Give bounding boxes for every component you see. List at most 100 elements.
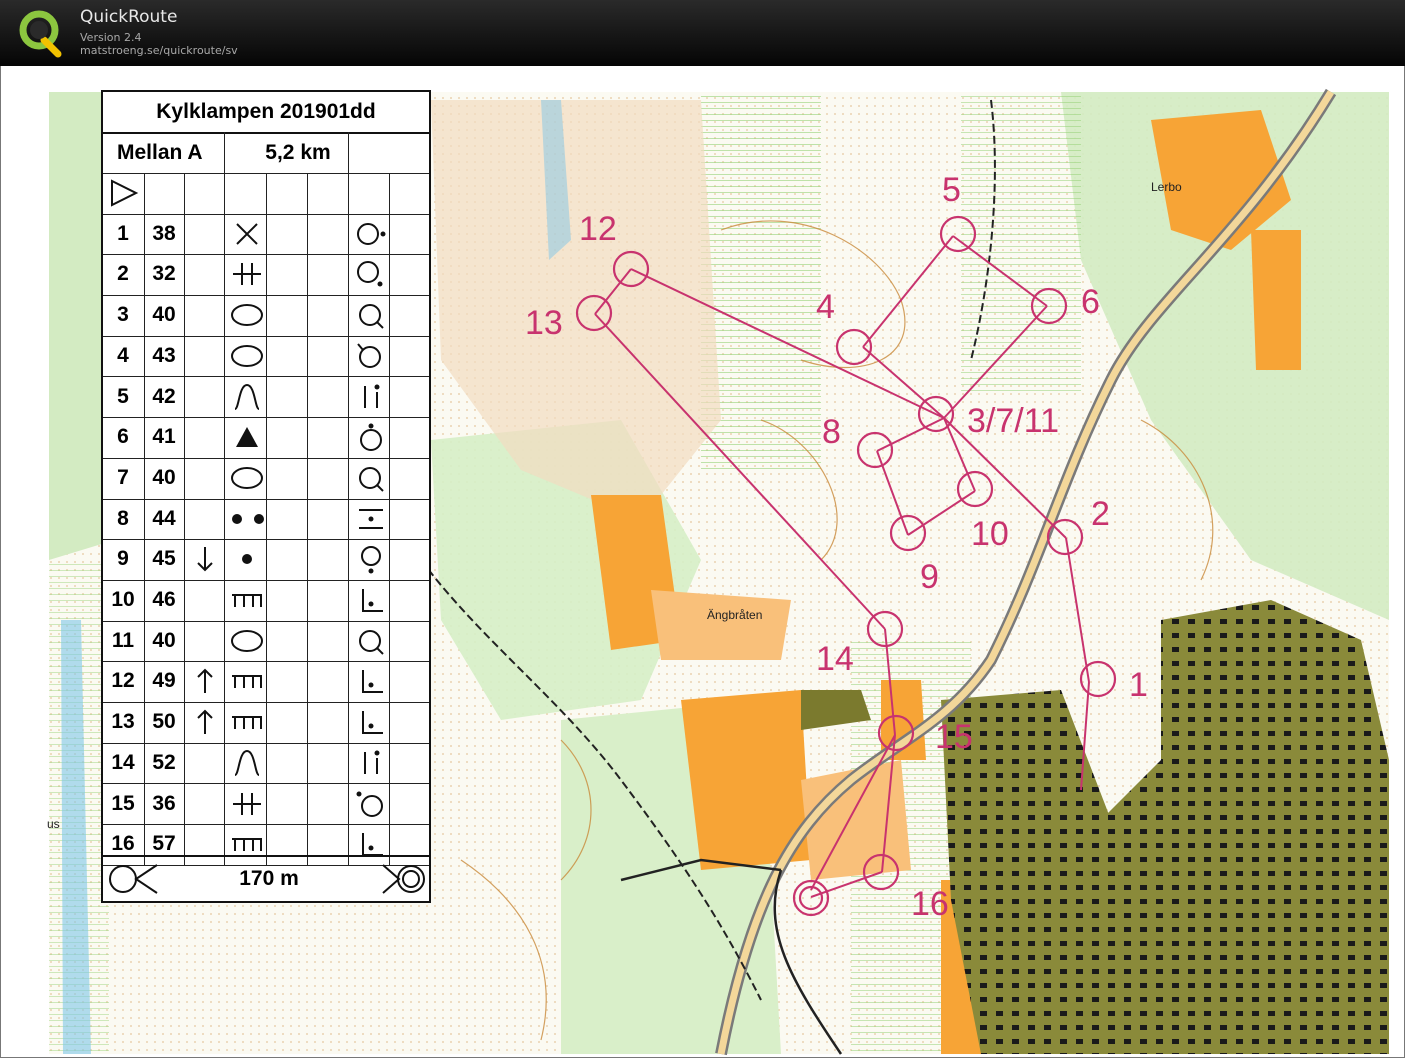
app-version: Version 2.4	[80, 31, 142, 44]
control-code: 44	[152, 506, 176, 530]
control-label-13: 13	[525, 304, 563, 342]
app-url: matstroeng.se/quickroute/sv	[80, 44, 238, 57]
position-corner-dot-icon	[362, 589, 383, 612]
feature-ellipse-icon	[231, 629, 263, 652]
position-circle-dot-top-icon	[360, 423, 382, 452]
control-number: 12	[111, 669, 135, 693]
control-label-8: 8	[822, 413, 841, 451]
control-code: 50	[152, 710, 176, 734]
control-label-14: 14	[816, 640, 854, 678]
feature-fence-crossing-icon	[233, 792, 261, 815]
control-row-2: 2 32	[103, 254, 429, 297]
control-code: 38	[152, 221, 176, 245]
finish-circle-icon	[382, 864, 425, 894]
position-bar-dot-icon	[364, 750, 380, 774]
place-label-lerbo: Lerbo	[1151, 180, 1182, 194]
control-label-4: 4	[816, 288, 835, 326]
control-number: 10	[111, 588, 135, 611]
control-row-14: 14 52	[103, 742, 429, 785]
position-circle-dot-below-icon	[361, 546, 381, 574]
class-header: Mellan A 5,2 km	[103, 132, 429, 174]
control-label-15: 15	[935, 718, 973, 756]
control-number: 1	[117, 221, 129, 245]
control-label-3-7-11: 3/7/11	[967, 402, 1059, 440]
position-corner-dot-icon	[362, 711, 383, 735]
feature-gully-icon	[234, 383, 260, 410]
feature-triangle-filled-icon	[236, 427, 258, 448]
feature-ellipse-icon	[231, 466, 263, 489]
control-row-1: 1 38	[103, 213, 429, 256]
feature-comb-icon	[232, 716, 262, 730]
control-row-7: 7 40	[103, 457, 429, 500]
control-label-5: 5	[942, 171, 961, 209]
feature-dot-icon	[242, 554, 252, 565]
quickroute-logo-icon	[19, 10, 62, 58]
feature-comb-icon	[232, 675, 262, 689]
direction-arrow-down-icon	[197, 547, 213, 572]
control-number: 14	[111, 750, 135, 774]
event-title: Kylklampen 201901dd	[103, 92, 429, 134]
control-number: 9	[117, 547, 129, 571]
control-code: 40	[152, 465, 176, 489]
control-label-9: 9	[920, 558, 939, 596]
control-number: 5	[117, 384, 129, 408]
position-circle-tail-icon	[359, 466, 384, 492]
control-row-4: 4 43	[103, 335, 429, 378]
control-number: 6	[117, 425, 129, 449]
class-name: Mellan A	[117, 141, 203, 164]
control-label-10: 10	[971, 515, 1009, 553]
control-number: 15	[111, 791, 135, 815]
start-triangle-icon	[111, 179, 139, 207]
position-bar-dot-icon	[364, 384, 380, 408]
control-code: 45	[152, 547, 176, 571]
control-row-6: 6 41	[103, 417, 429, 459]
position-circle-dot-right-icon	[357, 222, 386, 245]
control-code: 41	[152, 425, 176, 449]
position-dash-dot-icon	[359, 508, 383, 529]
position-corner-dot-icon	[362, 670, 383, 694]
control-label-2: 2	[1091, 495, 1110, 533]
finish-distance: 170 m	[239, 867, 299, 890]
title-bar: QuickRoute Version 2.4 matstroeng.se/qui…	[0, 0, 1405, 66]
feature-two-dots-icon	[232, 513, 264, 524]
control-row-12: 12 49	[103, 661, 429, 704]
course-length: 5,2 km	[265, 141, 331, 164]
control-code: 40	[152, 628, 176, 652]
feature-ellipse-icon	[231, 344, 263, 367]
control-row-10: 10 46	[103, 580, 429, 622]
control-number: 3	[117, 303, 129, 327]
control-code: 52	[152, 750, 176, 774]
control-code: 49	[152, 669, 176, 693]
control-code: 36	[152, 791, 176, 815]
control-row-13: 13 50	[103, 702, 429, 744]
control-code: 32	[152, 262, 176, 286]
finish-row: 170 m	[103, 855, 429, 901]
control-row-9: 9 45	[103, 539, 429, 581]
control-label-1: 1	[1129, 666, 1148, 704]
position-circle-tail-icon	[359, 304, 384, 329]
control-row-8: 8 44	[103, 498, 429, 541]
feature-gully-icon	[234, 749, 260, 776]
position-circle-tail-icon	[359, 629, 384, 655]
control-code: 42	[152, 384, 176, 408]
start-row	[103, 173, 429, 215]
direction-arrow-up-icon	[197, 709, 213, 735]
place-label-us: us	[47, 817, 60, 831]
place-label-angbraten: Ängbråten	[707, 608, 762, 622]
control-code: 46	[152, 588, 176, 611]
control-row-11: 11 40	[103, 620, 429, 663]
control-number: 2	[117, 262, 129, 286]
control-number: 13	[111, 710, 135, 734]
control-description-sheet: Kylklampen 201901dd Mellan A 5,2 km 1 38 2…	[101, 90, 431, 903]
position-circle-dot-bottom-right-icon	[357, 261, 383, 287]
feature-fence-crossing-icon	[233, 263, 261, 286]
control-row-5: 5 42	[103, 376, 429, 419]
control-label-16: 16	[911, 885, 949, 923]
position-circle-tail-top-icon	[357, 343, 381, 368]
app-name: QuickRoute	[80, 7, 178, 27]
control-label-12: 12	[579, 210, 617, 248]
feature-comb-icon	[232, 594, 262, 607]
control-code: 40	[152, 303, 176, 327]
control-number: 4	[117, 343, 129, 367]
control-number: 8	[117, 506, 129, 530]
